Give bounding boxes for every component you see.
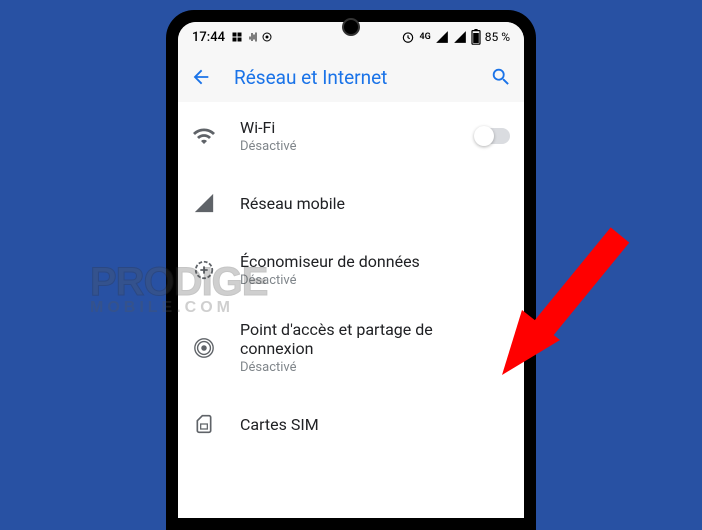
battery-icon <box>471 29 481 45</box>
signal-icon-2 <box>453 30 467 44</box>
data-saver-subtitle: Désactivé <box>240 273 510 288</box>
sim-title: Cartes SIM <box>240 415 510 434</box>
phone-frame: 17:44 4G 85 % Réseau et Internet <box>166 10 536 530</box>
hotspot-icon <box>192 336 216 360</box>
camera-notch <box>342 18 360 36</box>
wifi-toggle[interactable] <box>476 128 510 144</box>
mobile-network-title: Réseau mobile <box>240 194 510 213</box>
app-bar: Réseau et Internet <box>178 52 524 102</box>
list-item-wifi[interactable]: Wi-Fi Désactivé <box>178 102 524 170</box>
wifi-subtitle: Désactivé <box>240 139 452 154</box>
search-icon <box>490 66 512 88</box>
settings-list: Wi-Fi Désactivé Réseau mobile Économi <box>178 102 524 457</box>
data-saver-title: Économiseur de données <box>240 252 510 271</box>
network-type: 4G <box>419 32 430 42</box>
battery-percent: 85 % <box>485 30 510 44</box>
status-left-icons <box>231 31 273 43</box>
hotspot-subtitle: Désactivé <box>240 360 510 375</box>
signal-icon <box>192 191 216 215</box>
list-item-hotspot[interactable]: Point d'accès et partage de connexion Dé… <box>178 304 524 391</box>
data-saver-icon <box>192 258 216 282</box>
status-time: 17:44 <box>192 30 225 45</box>
list-item-mobile-network[interactable]: Réseau mobile <box>178 170 524 236</box>
signal-icon-1 <box>435 30 449 44</box>
wifi-icon <box>192 124 216 148</box>
search-button[interactable] <box>490 66 512 88</box>
app-bar-title: Réseau et Internet <box>234 66 468 89</box>
sim-icon <box>192 412 216 436</box>
back-arrow-icon <box>190 66 212 88</box>
back-button[interactable] <box>190 66 212 88</box>
hotspot-title: Point d'accès et partage de connexion <box>240 320 510 358</box>
list-item-data-saver[interactable]: Économiseur de données Désactivé <box>178 236 524 304</box>
alarm-icon <box>401 30 415 44</box>
screen: 17:44 4G 85 % Réseau et Internet <box>178 22 524 518</box>
wifi-title: Wi-Fi <box>240 118 452 137</box>
list-item-sim[interactable]: Cartes SIM <box>178 391 524 457</box>
